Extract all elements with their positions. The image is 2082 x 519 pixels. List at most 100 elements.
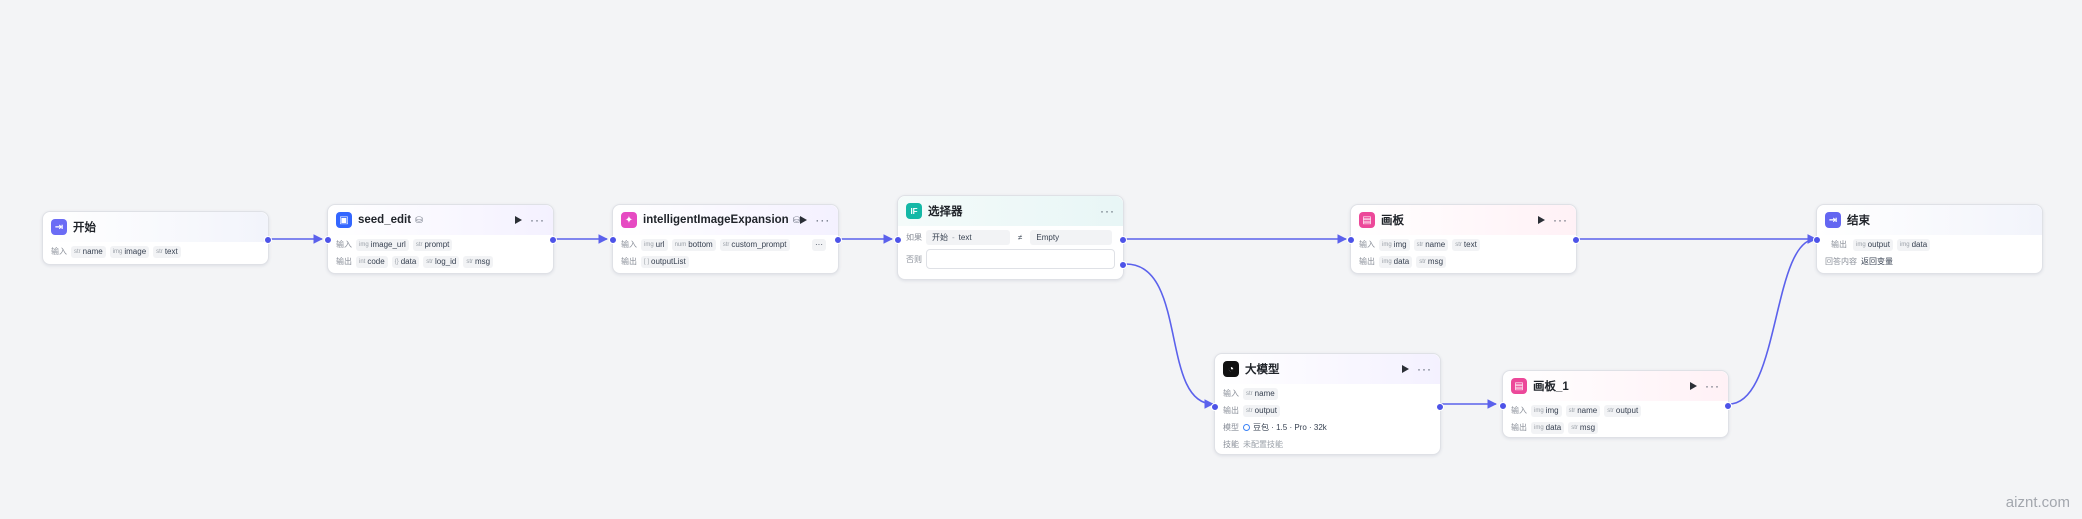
node-board-1[interactable]: ▤ 画板_1 ··· 输入 img img str name str output 输… — [1499, 370, 1732, 438]
node-image-expansion-header: ✦ intelligentImageExpansion ⛁ ··· — [613, 205, 838, 235]
node-board[interactable]: ▤ 画板 ··· 输入 img img str name str text 输出 im… — [1347, 204, 1580, 274]
output-port[interactable] — [1724, 402, 1732, 410]
more-menu-button[interactable]: ··· — [1553, 214, 1568, 226]
input-port[interactable] — [1211, 403, 1219, 411]
param-chip: {} data — [391, 255, 420, 268]
if-label: 如果 — [906, 232, 922, 242]
node-image-expansion[interactable]: ✦ intelligentImageExpansion ⛁ ··· 输入 img… — [609, 204, 842, 274]
node-title: 选择器 — [928, 206, 963, 218]
output-row: 输出 int code {} data str log_id str msg — [336, 253, 545, 270]
param-chip: str name — [1413, 238, 1449, 251]
else-output-port[interactable] — [1119, 261, 1127, 269]
param-chip: str custom_prompt — [719, 238, 790, 251]
output-port[interactable] — [1436, 403, 1444, 411]
param-chip: str output — [1604, 404, 1642, 417]
workflow-canvas[interactable]: ⇥ 开始 输入 str name img image str text ▣ seed_… — [0, 0, 2082, 519]
param-chip: str text — [1452, 238, 1480, 251]
param-chip: img img — [1531, 404, 1562, 417]
param-chip: [ ] outputList — [641, 255, 689, 268]
model-name: 豆包 · 1.5 · Pro · 32k — [1253, 423, 1327, 432]
input-label: 输入 — [621, 240, 637, 249]
end-icon: ⇥ — [1825, 212, 1841, 228]
param-chip: str msg — [1416, 255, 1447, 268]
condition-operator[interactable]: ≠ — [1018, 233, 1022, 242]
param-chip: img img — [1379, 238, 1410, 251]
param-chip: str msg — [463, 255, 494, 268]
node-title: 结束 — [1847, 215, 1870, 227]
input-port[interactable] — [1499, 402, 1507, 410]
condition-value[interactable]: Empty — [1030, 229, 1113, 245]
if-branch-row: 如果 开始 - text ≠ Empty — [906, 227, 1115, 247]
param-chip: img data — [1896, 238, 1931, 251]
answer-label: 回答内容 — [1825, 257, 1857, 266]
input-port[interactable] — [1813, 236, 1821, 244]
run-button[interactable] — [515, 216, 522, 224]
board-icon: ▤ — [1359, 212, 1375, 228]
param-chip: img output — [1853, 238, 1893, 251]
param-chip: str text — [153, 245, 181, 258]
run-button[interactable] — [800, 216, 808, 224]
answer-row: 回答内容 返回变量 — [1825, 253, 2034, 270]
node-llm[interactable]: ◔ 大模型 ··· 输入 str name 输出 str output 模型 豆包 … — [1211, 353, 1444, 455]
run-button[interactable] — [1402, 365, 1409, 373]
run-button[interactable] — [1538, 216, 1545, 224]
more-menu-button[interactable]: ··· — [815, 214, 830, 226]
image-edit-icon: ▣ — [336, 212, 352, 228]
param-chip: str output — [1243, 404, 1280, 417]
node-title: 大模型 — [1245, 364, 1280, 376]
input-row: 输入 str name — [1223, 385, 1432, 402]
if-icon: IF — [906, 203, 922, 219]
node-end[interactable]: ⇥ 结束 输出 img output img data 回答内容 返回变量 — [1813, 204, 2043, 274]
condition-variable[interactable]: 开始 - text — [926, 229, 1010, 245]
input-label: 输入 — [1223, 389, 1239, 398]
output-row: 输出 img data str msg — [1511, 419, 1720, 436]
node-end-header: ⇥ 结束 — [1817, 205, 2042, 235]
node-board-1-header: ▤ 画板_1 ··· — [1503, 371, 1728, 401]
run-button[interactable] — [1690, 382, 1697, 390]
node-llm-header: ◔ 大模型 ··· — [1215, 354, 1440, 384]
node-selector[interactable]: IF 选择器 ··· 如果 开始 - text ≠ Empty 否则 — [894, 195, 1127, 280]
input-port[interactable] — [1347, 236, 1355, 244]
plugin-badge-icon: ⛁ — [792, 214, 801, 225]
param-chip: img url — [641, 238, 668, 251]
output-label: 输出 — [1359, 257, 1375, 266]
output-port[interactable] — [264, 236, 272, 244]
input-port[interactable] — [609, 236, 617, 244]
else-branch-row: 否则 — [906, 247, 1115, 271]
start-icon: ⇥ — [51, 219, 67, 235]
output-label: 输出 — [621, 257, 637, 266]
more-menu-button[interactable]: ··· — [1705, 380, 1720, 392]
more-menu-button[interactable]: ··· — [1100, 205, 1115, 217]
more-menu-button[interactable]: ··· — [530, 214, 545, 226]
more-menu-button[interactable]: ··· — [1417, 363, 1432, 375]
node-start[interactable]: ⇥ 开始 输入 str name img image str text — [42, 211, 272, 265]
output-port[interactable] — [834, 236, 842, 244]
node-title: intelligentImageExpansion — [643, 214, 789, 226]
param-chip: num bottom — [671, 238, 716, 251]
input-port[interactable] — [894, 236, 902, 244]
node-seed-edit[interactable]: ▣ seed_edit ⛁ ··· 输入 img image_url str pro… — [324, 204, 557, 274]
model-logo-icon — [1243, 424, 1250, 431]
output-row: 输出 str output — [1223, 402, 1432, 419]
skill-row: 技能 未配置技能 — [1223, 436, 1432, 453]
edge-board1-end — [1728, 234, 1817, 405]
input-port[interactable] — [324, 236, 332, 244]
node-seed-edit-header: ▣ seed_edit ⛁ ··· — [328, 205, 553, 235]
node-title: 开始 — [73, 222, 96, 234]
param-chip: str name — [1565, 404, 1601, 417]
model-label: 模型 — [1223, 423, 1239, 432]
output-port[interactable] — [1572, 236, 1580, 244]
param-chip: str name — [71, 245, 106, 258]
skill-value: 未配置技能 — [1243, 440, 1283, 449]
param-chip: str log_id — [423, 255, 460, 268]
else-box[interactable] — [926, 249, 1115, 269]
skill-label: 技能 — [1223, 440, 1239, 449]
output-port[interactable] — [549, 236, 557, 244]
if-output-port[interactable] — [1119, 236, 1127, 244]
node-start-header: ⇥ 开始 — [43, 212, 268, 242]
input-row: 输入 img img str name str output — [1511, 402, 1720, 419]
param-chip: img image — [109, 245, 150, 258]
node-title: seed_edit — [358, 214, 412, 226]
more-params-chip[interactable]: ··· — [812, 238, 826, 251]
param-chip: img image_url — [356, 238, 409, 251]
